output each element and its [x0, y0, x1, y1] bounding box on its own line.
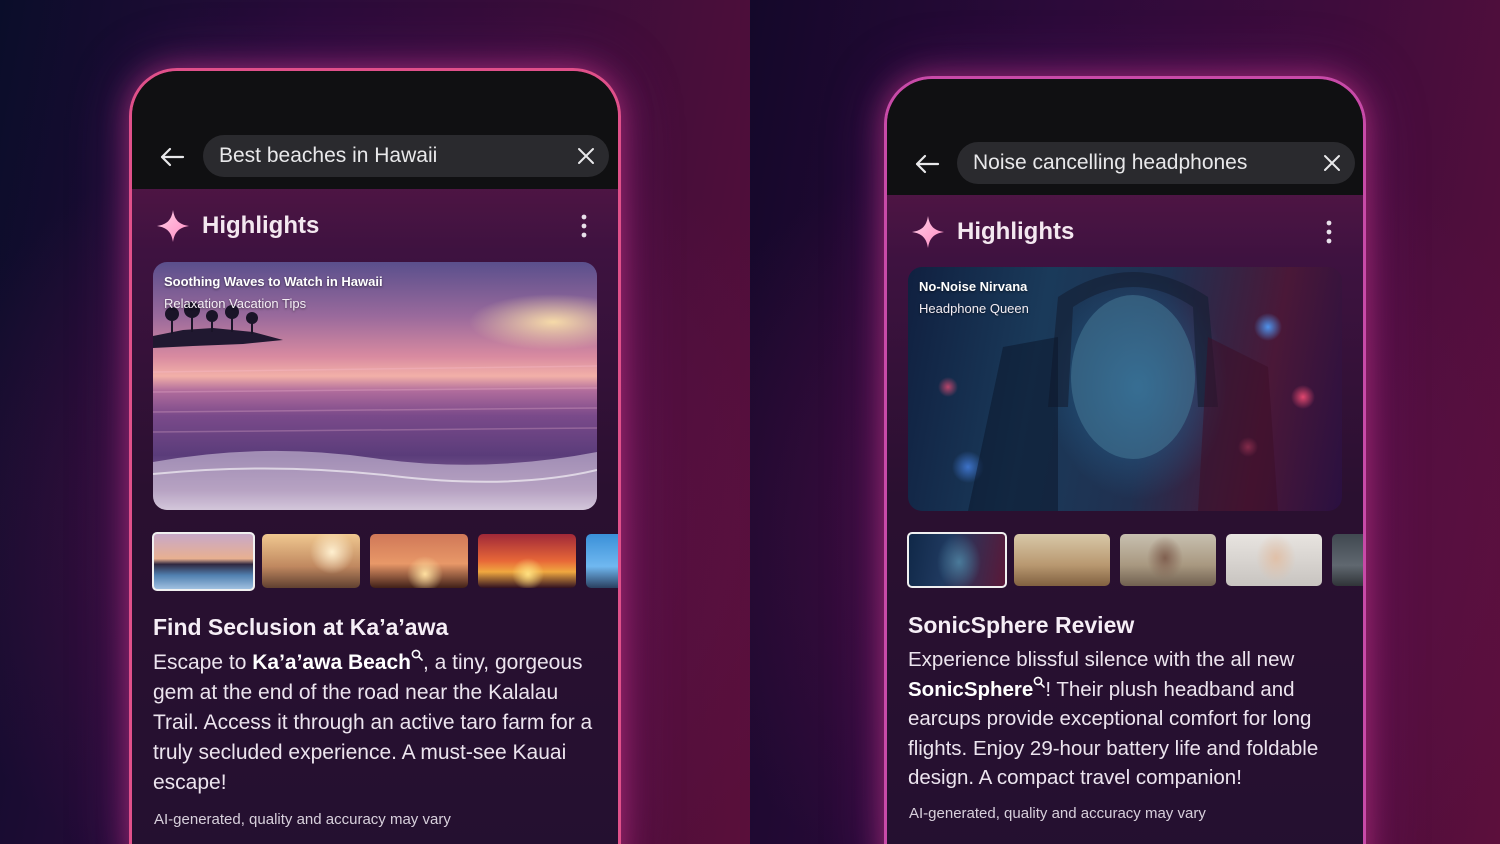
hero-subtitle: Relaxation Vacation Tips — [164, 296, 307, 311]
thumbnail[interactable] — [907, 532, 1007, 588]
close-icon[interactable] — [577, 147, 595, 165]
article-intro: Experience blissful silence with the all… — [908, 648, 1295, 671]
top-bar: Best beaches in Hawaii — [132, 71, 618, 189]
left-panel: Best beaches in Hawaii Highlights Soothi… — [0, 0, 750, 844]
search-query: Best beaches in Hawaii — [219, 144, 438, 167]
hero-title: No-Noise Nirvana — [919, 279, 1028, 294]
arrow-left-icon[interactable] — [159, 147, 185, 167]
highlights-header: Highlights — [132, 207, 618, 247]
thumbnail[interactable] — [1014, 534, 1110, 586]
phone-frame: Best beaches in Hawaii Highlights Soothi… — [129, 68, 621, 844]
highlights-title: Highlights — [957, 218, 1075, 245]
hero-video[interactable]: No-Noise Nirvana Headphone Queen — [908, 267, 1342, 511]
article-link[interactable]: Ka’a’awa Beach — [252, 651, 411, 674]
ai-disclaimer: AI-generated, quality and accuracy may v… — [909, 805, 1206, 822]
article-title: SonicSphere Review — [908, 612, 1135, 638]
thumbnail[interactable] — [262, 534, 360, 588]
thumbnail[interactable] — [1226, 534, 1322, 586]
thumbnail[interactable] — [586, 534, 618, 588]
arrow-left-icon[interactable] — [914, 154, 940, 174]
magnifier-icon[interactable] — [1033, 676, 1046, 688]
sparkle-icon — [912, 216, 944, 248]
magnifier-icon[interactable] — [411, 649, 423, 661]
article-body: Escape to Ka’a’awa Beach, a tiny, gorgeo… — [153, 648, 593, 798]
more-vertical-icon[interactable] — [1325, 219, 1333, 245]
top-bar: Noise cancelling headphones — [887, 79, 1363, 195]
search-input[interactable]: Best beaches in Hawaii — [203, 135, 609, 177]
phone-frame: Noise cancelling headphones Highlights N… — [884, 76, 1366, 844]
sparkle-icon — [157, 210, 189, 242]
article-body: Experience blissful silence with the all… — [908, 645, 1348, 793]
hero-video[interactable]: Soothing Waves to Watch in Hawaii Relaxa… — [153, 262, 597, 510]
thumbnail[interactable] — [478, 534, 576, 588]
article-title: Find Seclusion at Ka’a’awa — [153, 614, 449, 640]
thumbnail[interactable] — [370, 534, 468, 588]
more-vertical-icon[interactable] — [580, 213, 588, 239]
thumbnail[interactable] — [152, 532, 255, 591]
ai-disclaimer: AI-generated, quality and accuracy may v… — [154, 811, 451, 828]
thumbnail[interactable] — [1332, 534, 1363, 586]
close-icon[interactable] — [1323, 154, 1341, 172]
search-input[interactable]: Noise cancelling headphones — [957, 142, 1355, 184]
search-query: Noise cancelling headphones — [973, 151, 1248, 174]
hero-title: Soothing Waves to Watch in Hawaii — [164, 274, 383, 289]
hero-subtitle: Headphone Queen — [919, 301, 1029, 316]
article-intro: Escape to — [153, 651, 253, 674]
article-link[interactable]: SonicSphere — [908, 678, 1033, 701]
highlights-title: Highlights — [202, 212, 320, 239]
highlights-header: Highlights — [887, 213, 1363, 253]
right-panel: Noise cancelling headphones Highlights N… — [750, 0, 1500, 844]
thumbnail[interactable] — [1120, 534, 1216, 586]
